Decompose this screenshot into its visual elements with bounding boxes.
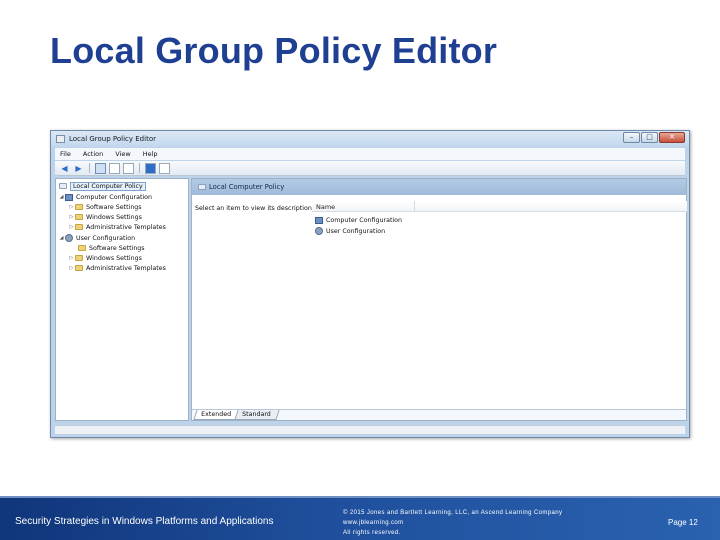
close-button[interactable]: ✕: [659, 132, 685, 143]
copyright-line: © 2015 Jones and Bartlett Learning, LLC,…: [343, 510, 563, 516]
menu-help[interactable]: Help: [143, 150, 158, 158]
tree-label: Local Computer Policy: [70, 181, 146, 191]
user-icon: [315, 227, 323, 235]
show-hide-tree-icon[interactable]: [95, 162, 106, 174]
collapse-triangle-icon[interactable]: ◢: [58, 235, 65, 241]
folder-icon: [75, 224, 83, 230]
list-item-user-configuration[interactable]: User Configuration: [315, 226, 385, 236]
folder-icon: [78, 245, 86, 251]
expand-triangle-icon[interactable]: ▷: [68, 204, 75, 210]
details-pane: Local Computer Policy Select an item to …: [191, 178, 687, 421]
course-title: Security Strategies in Windows Platforms…: [15, 516, 274, 527]
folder-icon: [75, 255, 83, 261]
policy-icon: [198, 184, 206, 190]
gpedit-window: Local Group Policy Editor – □ ✕ File Act…: [50, 130, 690, 438]
tree-item-user-software-settings[interactable]: Software Settings: [78, 243, 145, 253]
list-item-label: Computer Configuration: [326, 216, 403, 224]
maximize-button[interactable]: □: [641, 132, 658, 143]
minimize-button[interactable]: –: [623, 132, 640, 143]
view-tabs: Extended Standard: [192, 409, 686, 420]
back-arrow-icon[interactable]: ◀: [59, 163, 70, 174]
tree-label: Windows Settings: [86, 254, 142, 262]
details-title: Local Computer Policy: [209, 183, 285, 191]
tree-item-computer-configuration[interactable]: ◢ Computer Configuration: [58, 192, 152, 202]
window-titlebar[interactable]: Local Group Policy Editor – □ ✕: [51, 131, 689, 147]
expand-triangle-icon[interactable]: ▷: [68, 224, 75, 230]
collapse-triangle-icon[interactable]: ◢: [58, 194, 65, 200]
tree-item-root[interactable]: Local Computer Policy: [59, 181, 146, 191]
tree-label: Administrative Templates: [86, 264, 166, 272]
details-header: Local Computer Policy: [192, 179, 686, 195]
column-header-name[interactable]: Name: [312, 201, 687, 212]
tree-label: Software Settings: [86, 203, 142, 211]
folder-icon: [75, 214, 83, 220]
tree-item-software-settings[interactable]: ▷ Software Settings: [68, 202, 142, 212]
properties-icon[interactable]: [109, 162, 120, 174]
console-tree: Local Computer Policy ◢ Computer Configu…: [55, 178, 189, 421]
tab-standard[interactable]: Standard: [234, 410, 280, 420]
policy-icon: [59, 183, 67, 189]
list-item-label: User Configuration: [326, 227, 386, 235]
rights-line: All rights reserved.: [343, 530, 401, 536]
menu-file[interactable]: File: [60, 150, 71, 158]
menu-view[interactable]: View: [115, 150, 130, 158]
tree-item-user-windows-settings[interactable]: ▷ Windows Settings: [68, 253, 142, 263]
tree-item-administrative-templates[interactable]: ▷ Administrative Templates: [68, 222, 166, 232]
tab-label: Extended: [201, 411, 232, 418]
expand-triangle-icon[interactable]: ▷: [68, 265, 75, 271]
tree-label: Software Settings: [89, 244, 145, 252]
window-controls: – □ ✕: [623, 132, 685, 143]
computer-icon: [315, 216, 323, 224]
menu-action[interactable]: Action: [83, 150, 103, 158]
expand-triangle-icon[interactable]: ▷: [68, 214, 75, 220]
toolbar: ◀ ▶: [55, 161, 685, 176]
list-item-computer-configuration[interactable]: Computer Configuration: [315, 215, 402, 225]
computer-icon: [65, 193, 73, 201]
tab-label: Standard: [242, 411, 271, 418]
tree-item-windows-settings[interactable]: ▷ Windows Settings: [68, 212, 142, 222]
tree-item-user-configuration[interactable]: ◢ User Configuration: [58, 233, 135, 243]
copyright-block: © 2015 Jones and Bartlett Learning, LLC,…: [343, 508, 562, 538]
tree-item-user-administrative-templates[interactable]: ▷ Administrative Templates: [68, 263, 166, 273]
export-list-icon[interactable]: [123, 162, 134, 174]
user-icon: [65, 234, 73, 242]
tree-label: Administrative Templates: [86, 223, 166, 231]
app-icon: [56, 135, 65, 143]
forward-arrow-icon[interactable]: ▶: [73, 163, 84, 174]
page-number: Page 12: [668, 518, 698, 527]
toolbar-separator: [89, 163, 90, 173]
toolbar-separator: [139, 163, 140, 173]
slide-footer: Security Strategies in Windows Platforms…: [0, 496, 720, 540]
menu-bar: File Action View Help: [55, 148, 685, 160]
tab-extended[interactable]: Extended: [193, 410, 240, 420]
tree-label: Windows Settings: [86, 213, 142, 221]
tree-label: Computer Configuration: [76, 193, 153, 201]
tree-label: User Configuration: [76, 234, 136, 242]
description-text: Select an item to view its description.: [195, 205, 314, 212]
status-bar: [55, 425, 685, 434]
folder-icon: [75, 265, 83, 271]
filter-icon[interactable]: [159, 162, 170, 174]
help-icon[interactable]: [145, 162, 156, 174]
column-divider[interactable]: [414, 201, 415, 211]
expand-triangle-icon[interactable]: ▷: [68, 255, 75, 261]
window-title: Local Group Policy Editor: [69, 135, 156, 143]
column-name-label: Name: [316, 203, 336, 211]
website-line: www.jblearning.com: [343, 520, 404, 526]
folder-icon: [75, 204, 83, 210]
slide-title: Local Group Policy Editor: [50, 30, 498, 71]
